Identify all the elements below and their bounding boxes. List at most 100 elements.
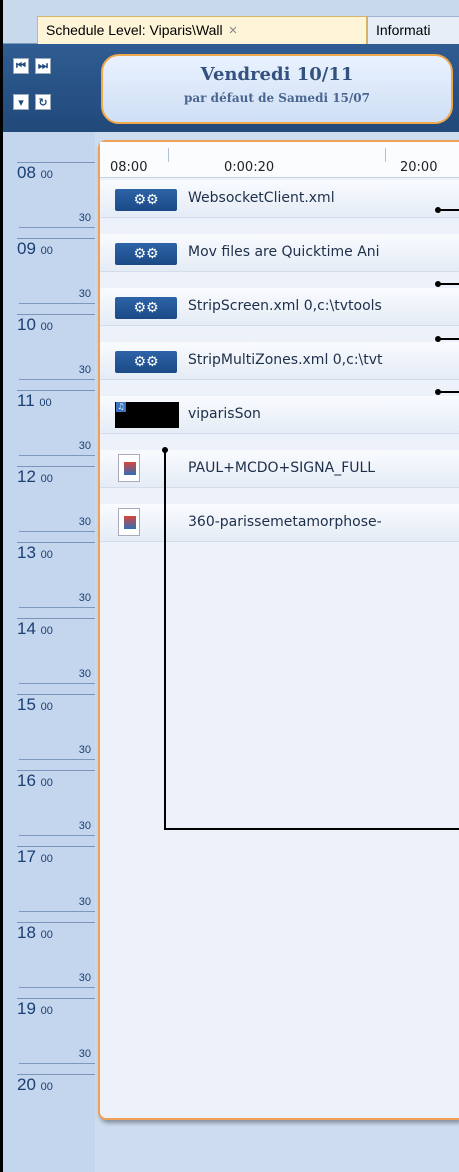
close-icon[interactable]: × bbox=[229, 22, 238, 39]
playlist-item-viparisson[interactable]: ♫ viparisSon bbox=[100, 396, 459, 434]
hour-label: 16 00 bbox=[17, 770, 95, 791]
hour-value: 14 bbox=[17, 619, 36, 638]
hour-value: 19 bbox=[17, 999, 36, 1018]
half-hour-label: 30 bbox=[78, 820, 91, 832]
hour-label: 18 00 bbox=[17, 922, 95, 943]
half-hour-label: 30 bbox=[78, 440, 91, 452]
half-hour-line bbox=[19, 1063, 95, 1064]
half-hour-label: 30 bbox=[78, 1048, 91, 1060]
ruler-end-label: 20:00 bbox=[400, 160, 438, 175]
hour-value: 16 bbox=[17, 771, 36, 790]
gears-icon: ⚙⚙ bbox=[115, 351, 177, 373]
hour-value: 12 bbox=[17, 467, 36, 486]
duration-line bbox=[438, 283, 459, 285]
ruler-tick bbox=[168, 148, 169, 162]
hour-value: 11 bbox=[17, 391, 35, 410]
half-hour-line bbox=[19, 607, 95, 608]
hour-label: 08 00 bbox=[17, 162, 95, 183]
hour-label: 13 00 bbox=[17, 542, 95, 563]
half-hour-label: 30 bbox=[78, 744, 91, 756]
minute-value: 00 bbox=[40, 321, 53, 333]
item-label: PAUL+MCDO+SIGNA_FULL bbox=[188, 460, 376, 476]
item-label: viparisSon bbox=[188, 406, 261, 422]
playlist-item-stripmultizones[interactable]: ⚙⚙ StripMultiZones.xml 0,c:\tvt bbox=[100, 342, 459, 380]
item-label: StripScreen.xml 0,c:\tvtools bbox=[188, 298, 382, 314]
hour-value: 13 bbox=[17, 543, 36, 562]
hour-label: 11 00 bbox=[17, 390, 95, 411]
hour-value: 08 bbox=[17, 163, 36, 182]
tab-label: Schedule Level: Viparis\Wall bbox=[46, 22, 223, 38]
half-hour-line bbox=[19, 759, 95, 760]
tab-schedule-level[interactable]: Schedule Level: Viparis\Wall × bbox=[37, 16, 367, 44]
hour-label: 20 00 bbox=[17, 1074, 95, 1095]
minute-value: 00 bbox=[40, 929, 53, 941]
half-hour-line bbox=[19, 455, 95, 456]
video-file-icon bbox=[118, 508, 140, 536]
playlist-item-mov-files[interactable]: ⚙⚙ Mov files are Quicktime Ani bbox=[100, 234, 459, 272]
ruler-tick bbox=[385, 148, 386, 162]
tab-bar: Schedule Level: Viparis\Wall × Informati bbox=[3, 0, 459, 44]
refresh-icon[interactable]: ↻ bbox=[35, 94, 51, 110]
timeline-ruler: 08:00 0:00:20 20:00 bbox=[100, 142, 459, 178]
hour-label: 15 00 bbox=[17, 694, 95, 715]
hour-label: 12 00 bbox=[17, 466, 95, 487]
hour-value: 15 bbox=[17, 695, 36, 714]
date-selector[interactable]: Vendredi 10/11 par défaut de Samedi 15/0… bbox=[101, 54, 453, 124]
hour-value: 18 bbox=[17, 923, 36, 942]
hour-label: 10 00 bbox=[17, 314, 95, 335]
minute-value: 00 bbox=[40, 625, 53, 637]
half-hour-label: 30 bbox=[78, 288, 91, 300]
minute-value: 00 bbox=[40, 1081, 53, 1093]
item-label: 360-parissemetamorphose- bbox=[188, 514, 382, 530]
current-date: Vendredi 10/11 bbox=[200, 64, 354, 85]
filter-icon[interactable]: ▾ bbox=[13, 94, 29, 110]
time-column: 08 00 30 09 00 30 10 00 30 11 00 30 12 00 30 13 00… bbox=[3, 132, 95, 1172]
hour-label: 19 00 bbox=[17, 998, 95, 1019]
half-hour-line bbox=[19, 835, 95, 836]
half-hour-label: 30 bbox=[78, 592, 91, 604]
gears-icon: ⚙⚙ bbox=[115, 297, 177, 319]
minute-value: 00 bbox=[40, 777, 53, 789]
audio-icon: ♫ bbox=[115, 402, 179, 428]
ruler-start-label: 08:00 bbox=[110, 160, 148, 175]
gears-icon: ⚙⚙ bbox=[115, 189, 177, 211]
playlist-item-paul-mcdo[interactable]: PAUL+MCDO+SIGNA_FULL bbox=[100, 450, 459, 488]
minute-value: 00 bbox=[40, 1005, 53, 1017]
minute-value: 00 bbox=[40, 245, 53, 257]
hour-label: 17 00 bbox=[17, 846, 95, 867]
hour-value: 17 bbox=[17, 847, 36, 866]
tab-label: Informati bbox=[376, 22, 431, 38]
playlist-item-360-paris[interactable]: 360-parissemetamorphose- bbox=[100, 504, 459, 542]
minute-value: 00 bbox=[39, 397, 52, 409]
item-label: WebsocketClient.xml bbox=[188, 190, 335, 206]
gears-icon: ⚙⚙ bbox=[115, 243, 177, 265]
half-hour-label: 30 bbox=[78, 364, 91, 376]
hour-value: 10 bbox=[17, 315, 36, 334]
hour-label: 09 00 bbox=[17, 238, 95, 259]
half-hour-line bbox=[19, 683, 95, 684]
schedule-panel: 08:00 0:00:20 20:00 ⚙⚙ WebsocketClient.x… bbox=[98, 140, 459, 1120]
audio-duration-line bbox=[164, 450, 166, 830]
minute-value: 00 bbox=[40, 473, 53, 485]
first-day-icon[interactable]: ⏮ bbox=[13, 58, 29, 74]
playlist-item-websocketclient[interactable]: ⚙⚙ WebsocketClient.xml bbox=[100, 180, 459, 218]
half-hour-label: 30 bbox=[78, 668, 91, 680]
half-hour-line bbox=[19, 303, 95, 304]
item-label: Mov files are Quicktime Ani bbox=[188, 244, 380, 260]
ruler-mid-label: 0:00:20 bbox=[224, 160, 275, 175]
half-hour-label: 30 bbox=[78, 212, 91, 224]
duration-line bbox=[438, 209, 459, 211]
tab-information[interactable]: Informati bbox=[367, 16, 459, 44]
half-hour-line bbox=[19, 379, 95, 380]
next-day-icon[interactable]: ⏭ bbox=[35, 58, 51, 74]
audio-duration-line bbox=[164, 828, 459, 830]
minute-value: 00 bbox=[40, 853, 53, 865]
duration-line bbox=[438, 391, 459, 393]
half-hour-line bbox=[19, 987, 95, 988]
date-header: ⏮ ⏭ ▾ ↻ Vendredi 10/11 par défaut de Sam… bbox=[3, 44, 459, 132]
playlist-item-stripscreen[interactable]: ⚙⚙ StripScreen.xml 0,c:\tvtools bbox=[100, 288, 459, 326]
hour-label: 14 00 bbox=[17, 618, 95, 639]
half-hour-label: 30 bbox=[78, 896, 91, 908]
default-schedule-note: par défaut de Samedi 15/07 bbox=[184, 91, 370, 105]
half-hour-label: 30 bbox=[78, 972, 91, 984]
